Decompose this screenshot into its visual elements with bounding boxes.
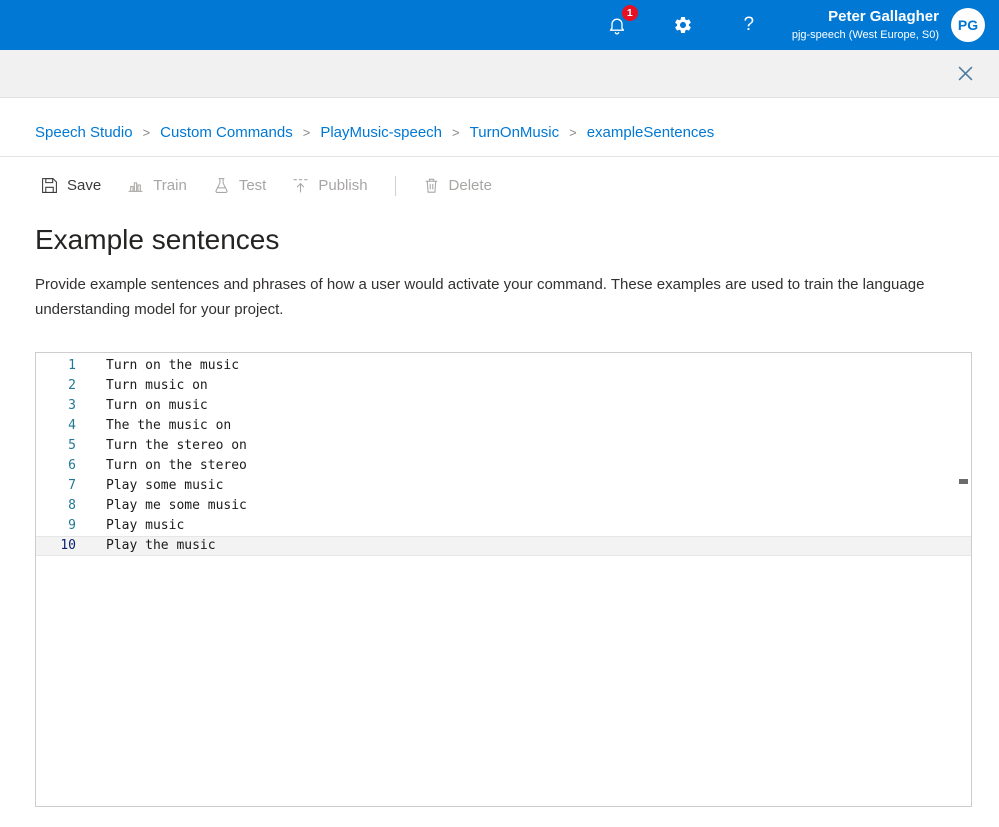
line-text: Turn on the music [106, 358, 240, 373]
train-button[interactable]: Train [114, 169, 200, 202]
toolbar-divider [394, 175, 396, 196]
editor-line-7[interactable]: 7 Play some music [36, 476, 971, 496]
breadcrumb-separator: > [452, 125, 460, 140]
breadcrumb-item-1[interactable]: Custom Commands [160, 124, 293, 141]
line-text: Turn on music [106, 398, 208, 413]
editor-line-2[interactable]: 2 Turn music on [36, 376, 971, 396]
user-resource: pjg-speech (West Europe, S0) [791, 28, 939, 41]
editor-lines: 1 Turn on the music 2 Turn music on 3 Turn on… [36, 353, 971, 556]
close-button[interactable] [953, 62, 977, 86]
line-text: Turn the stereo on [106, 438, 247, 453]
account-menu[interactable]: Peter Gallagher pjg-speech (West Europe,… [792, 8, 985, 43]
line-number: 5 [68, 438, 76, 453]
line-number: 10 [60, 538, 76, 553]
line-text: Turn music on [106, 378, 208, 393]
line-text: Play music [106, 518, 185, 533]
line-number: 7 [68, 478, 76, 493]
editor-line-1[interactable]: 1 Turn on the music [36, 356, 971, 376]
editor-line-4[interactable]: 4 The the music on [36, 416, 971, 436]
editor-line-6[interactable]: 6 Turn on the stereo [36, 456, 971, 476]
trash-icon [423, 177, 440, 194]
delete-label: Delete [448, 177, 492, 194]
breadcrumb-item-3[interactable]: TurnOnMusic [470, 124, 559, 141]
editor-line-3[interactable]: 3 Turn on music [36, 396, 971, 416]
sub-bar [0, 50, 999, 98]
save-label: Save [67, 177, 102, 194]
line-number: 1 [68, 358, 76, 373]
account-info: Peter Gallagher pjg-speech (West Europe,… [792, 8, 939, 43]
notifications-button[interactable]: 1 [604, 5, 638, 38]
line-number: 9 [68, 518, 76, 533]
help-button[interactable]: ? [736, 12, 762, 38]
avatar[interactable]: PG [951, 8, 985, 42]
line-number: 8 [68, 498, 76, 513]
breadcrumb-separator: > [569, 125, 577, 140]
test-button[interactable]: Test [200, 169, 280, 202]
page-description: Provide example sentences and phrases of… [35, 276, 925, 318]
breadcrumb-separator: > [302, 125, 311, 140]
help-icon: ? [743, 14, 755, 35]
line-number: 6 [68, 458, 76, 473]
editor-line-9[interactable]: 9 Play music [36, 516, 971, 536]
publish-icon [292, 177, 309, 194]
editor-line-8[interactable]: 8 Play me some music [36, 496, 971, 516]
close-icon [958, 66, 973, 81]
scrollbar-marker-icon [959, 479, 968, 484]
top-bar: 1 ? Peter Gallagher pjg-speech (West Eur… [0, 0, 999, 50]
breadcrumb-item-2[interactable]: PlayMusic-speech [320, 124, 442, 141]
line-text: Play the music [106, 538, 216, 553]
user-name: Peter Gallagher [828, 7, 939, 25]
delete-button[interactable]: Delete [410, 169, 505, 202]
breadcrumb-item-4[interactable]: exampleSentences [587, 124, 715, 141]
publish-label: Publish [318, 177, 368, 194]
save-button[interactable]: Save [28, 169, 114, 202]
save-icon [41, 177, 58, 194]
editor-line-5[interactable]: 5 Turn the stereo on [36, 436, 971, 456]
line-text: The the music on [106, 418, 232, 433]
flask-icon [213, 177, 230, 194]
breadcrumb-item-0[interactable]: Speech Studio [35, 124, 133, 141]
line-number: 3 [68, 398, 76, 413]
page-title: Example sentences [35, 224, 280, 255]
train-label: Train [153, 177, 187, 194]
settings-button[interactable] [670, 12, 696, 38]
notification-badge: 1 [621, 5, 638, 21]
line-number: 4 [68, 418, 76, 433]
breadcrumb-separator: > [142, 125, 151, 140]
sentence-editor[interactable]: 1 Turn on the music 2 Turn music on 3 Turn on… [35, 352, 972, 807]
line-text: Turn on the stereo [106, 458, 247, 473]
test-label: Test [238, 177, 267, 194]
editor-scrollbar[interactable] [957, 353, 971, 806]
avatar-initials: PG [957, 17, 979, 33]
train-icon [127, 177, 144, 194]
line-text: Play some music [106, 478, 224, 493]
gear-icon [673, 15, 693, 35]
line-text: Play me some music [106, 498, 247, 513]
command-bar: Save Train Test Publish Delete [0, 157, 999, 202]
breadcrumb: Speech Studio > Custom Commands > PlayMusic-… [0, 98, 999, 156]
publish-button[interactable]: Publish [279, 169, 380, 202]
line-number: 2 [68, 378, 76, 393]
editor-line-10[interactable]: 10 Play the music [36, 536, 971, 556]
